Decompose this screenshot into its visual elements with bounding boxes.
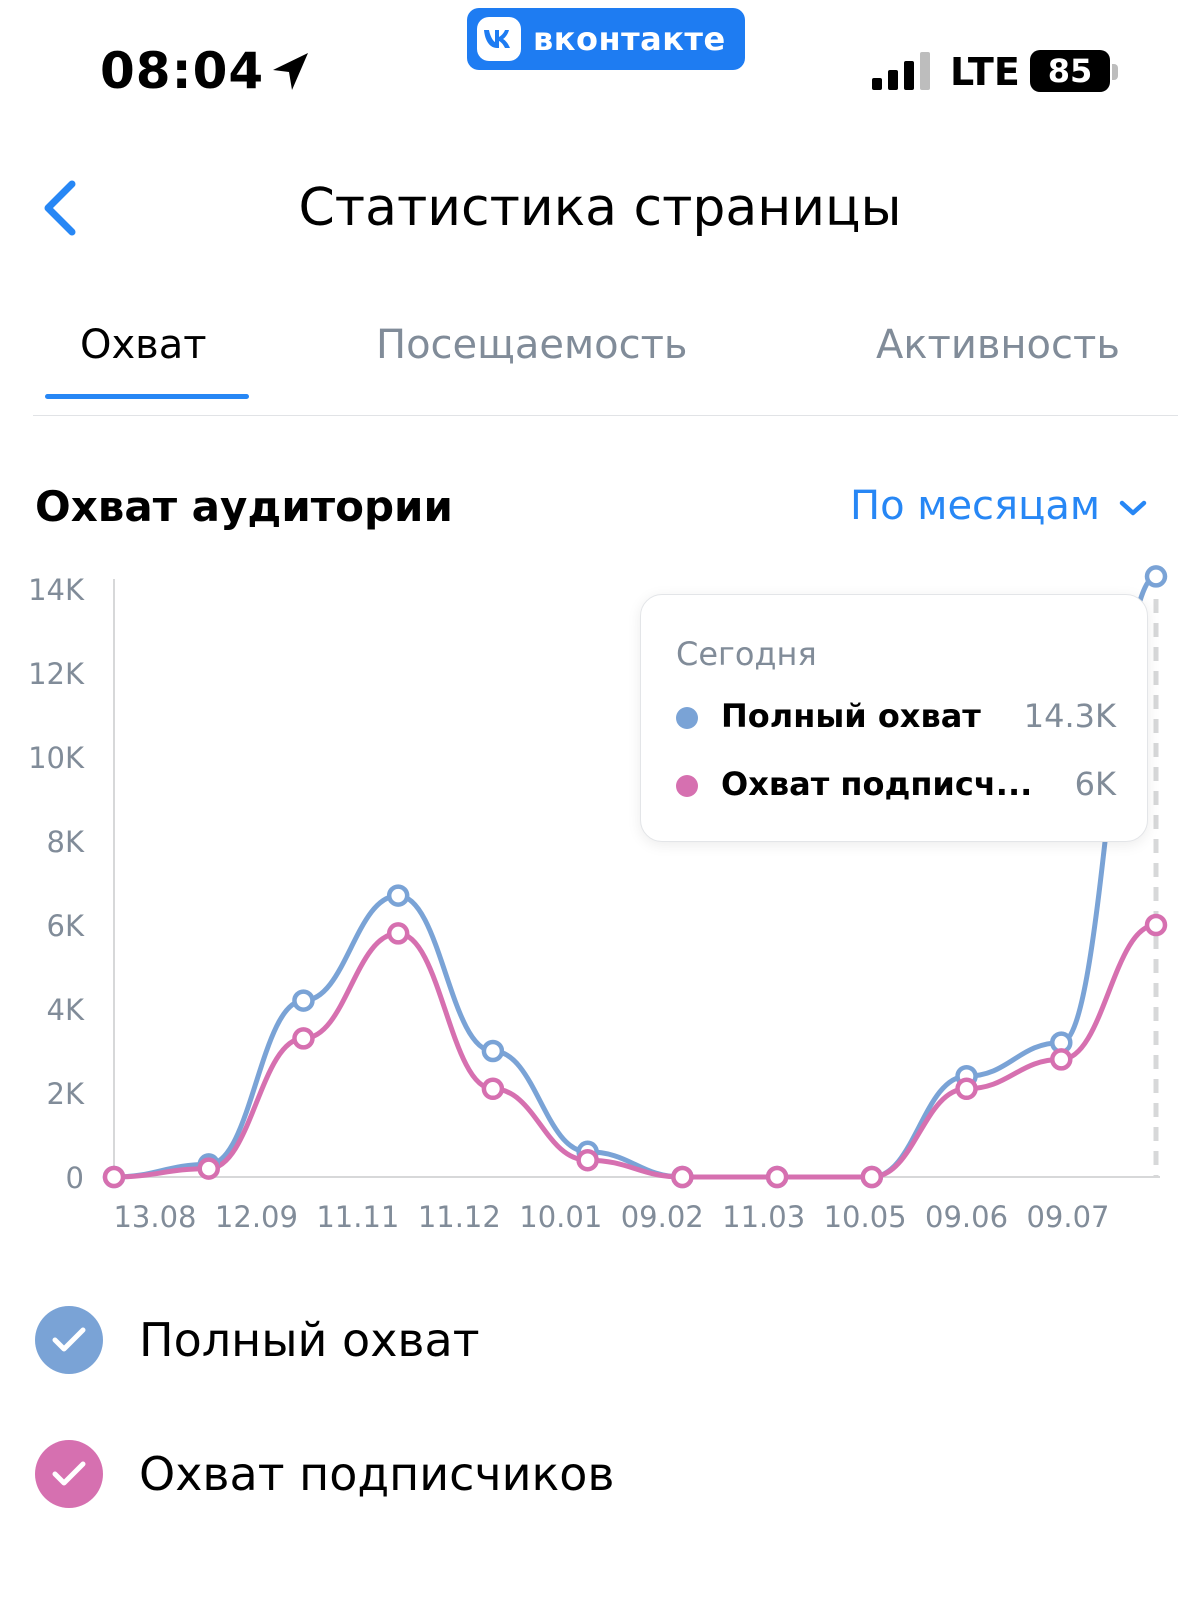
tooltip-series-value: 6K: [1074, 765, 1116, 803]
tooltip-series-name: Охват подписч...: [721, 765, 1033, 803]
vk-logo-icon: [477, 17, 521, 61]
legend-label: Охват подписчиков: [139, 1447, 615, 1501]
tabs-divider: [33, 415, 1178, 416]
y-tick-label: 10K: [28, 741, 85, 775]
data-point-subscribers: [1050, 1048, 1073, 1071]
tooltip-series-name: Полный охват: [721, 697, 981, 735]
data-point-subscribers: [102, 1165, 126, 1189]
status-time: 08:04: [100, 42, 265, 100]
legend-item-subscribers[interactable]: Охват подписчиков: [35, 1440, 615, 1508]
period-select[interactable]: По месяцам: [850, 483, 1148, 529]
y-tick-label: 6K: [47, 909, 85, 943]
x-tick-label: 10.05: [824, 1200, 907, 1234]
tab-reach[interactable]: Охват: [80, 322, 207, 368]
check-icon[interactable]: [35, 1440, 103, 1508]
data-point-full-reach: [386, 884, 410, 907]
x-tick-label: 09.07: [1026, 1200, 1109, 1234]
tooltip-title: Сегодня: [676, 635, 817, 673]
data-point-subscribers: [197, 1157, 220, 1180]
y-tick-label: 12K: [28, 657, 85, 691]
tab-activity[interactable]: Активность: [876, 322, 1120, 368]
x-tick-label: 13.08: [113, 1200, 196, 1234]
data-point-subscribers: [1144, 913, 1168, 937]
data-point-full-reach: [292, 989, 315, 1012]
data-point-subscribers: [860, 1165, 884, 1189]
chart-tooltip: Сегодня Полный охват 14.3K Охват подписч…: [640, 594, 1148, 842]
y-tick-label: 2K: [47, 1077, 85, 1111]
vk-app-badge[interactable]: вконтакте: [467, 8, 745, 70]
signal-icon: [872, 52, 930, 90]
x-tick-label: 11.11: [316, 1200, 399, 1234]
series-dot-icon: [676, 775, 698, 797]
data-point-subscribers: [481, 1077, 505, 1101]
y-tick-label: 4K: [47, 993, 85, 1027]
data-point-subscribers: [955, 1077, 978, 1101]
battery-tip: [1112, 64, 1118, 80]
y-tick-label: 14K: [28, 573, 85, 607]
x-tick-label: 10.01: [519, 1200, 602, 1234]
series-dot-icon: [676, 707, 698, 729]
network-type: LTE: [950, 50, 1020, 94]
data-point-full-reach: [1144, 565, 1168, 588]
tooltip-row-subscribers: Охват подписч... 6K: [676, 765, 1116, 805]
x-tick-label: 11.12: [418, 1200, 501, 1234]
chevron-down-icon: [1119, 500, 1147, 516]
x-tick-label: 09.02: [621, 1200, 704, 1234]
section-title: Охват аудитории: [35, 482, 453, 531]
page-title: Статистика страницы: [298, 178, 902, 238]
battery-indicator: 85: [1030, 50, 1110, 92]
active-tab-indicator: [45, 394, 249, 399]
period-select-label: По месяцам: [850, 483, 1101, 529]
data-point-full-reach: [481, 1039, 505, 1063]
data-point-subscribers: [292, 1027, 315, 1050]
tooltip-row-full-reach: Полный охват 14.3K: [676, 697, 1116, 737]
y-tick-label: 8K: [47, 825, 85, 859]
check-icon[interactable]: [35, 1306, 103, 1374]
data-point-subscribers: [386, 922, 410, 945]
data-point-subscribers: [671, 1165, 694, 1189]
data-point-subscribers: [576, 1148, 599, 1172]
location-arrow-icon: [273, 53, 308, 90]
data-point-subscribers: [765, 1165, 789, 1189]
y-tick-label: 0: [66, 1161, 84, 1195]
x-tick-label: 11.03: [722, 1200, 805, 1234]
x-tick-label: 12.09: [215, 1200, 298, 1234]
legend-label: Полный охват: [139, 1313, 480, 1367]
tooltip-series-value: 14.3K: [1023, 697, 1116, 735]
vk-badge-label: вконтакте: [533, 20, 726, 58]
tab-attendance[interactable]: Посещаемость: [376, 322, 687, 368]
legend-item-full-reach[interactable]: Полный охват: [35, 1306, 480, 1374]
series-line-subscribers: [111, 922, 1159, 1180]
x-tick-label: 09.06: [925, 1200, 1008, 1234]
